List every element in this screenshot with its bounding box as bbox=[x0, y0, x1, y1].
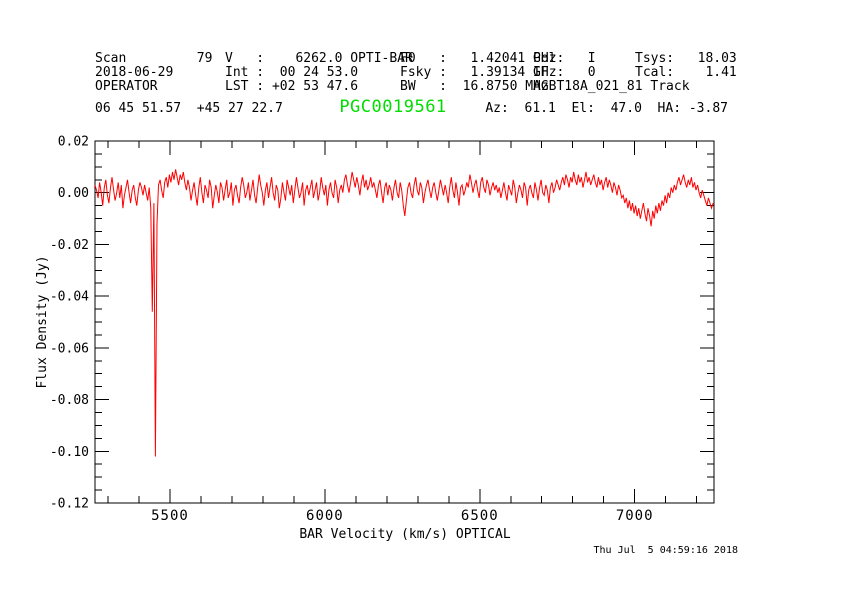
y-axis-title: Flux Density (Jy) bbox=[35, 255, 50, 388]
y-tick-label: 0.00 bbox=[58, 186, 89, 201]
y-tick-label: -0.08 bbox=[50, 393, 89, 408]
y-tick-label: -0.02 bbox=[50, 238, 89, 253]
y-tick-label: -0.06 bbox=[50, 341, 89, 356]
y-tick-label: -0.12 bbox=[50, 497, 89, 512]
x-axis-title: BAR Velocity (km/s) OPTICAL bbox=[299, 527, 510, 542]
x-tick-label: 5500 bbox=[151, 508, 189, 524]
plot-timestamp: Thu Jul 5 04:59:16 2018 bbox=[594, 545, 739, 556]
x-tick-label: 6500 bbox=[461, 508, 499, 524]
x-tick-labels: 5500 6000 6500 7000 bbox=[151, 508, 653, 524]
x-tick-label: 7000 bbox=[616, 508, 654, 524]
gbtidl-plotter-window: Scan 79 V : 6262.0 OPTI-BAR F0 : 1.42041… bbox=[0, 0, 842, 595]
y-tick-labels: 0.02 0.00 -0.02 -0.04 -0.06 -0.08 -0.10 -0.12 bbox=[50, 135, 89, 512]
y-tick-label: -0.10 bbox=[50, 445, 89, 460]
x-tick-label: 6000 bbox=[306, 508, 344, 524]
y-tick-label: 0.02 bbox=[58, 135, 89, 150]
spectrum-plot: 5500 6000 6500 7000 0.02 0.00 -0.02 -0.04 -0.06… bbox=[0, 0, 842, 595]
spectrum-line bbox=[95, 169, 713, 456]
y-tick-label: -0.04 bbox=[50, 290, 89, 305]
